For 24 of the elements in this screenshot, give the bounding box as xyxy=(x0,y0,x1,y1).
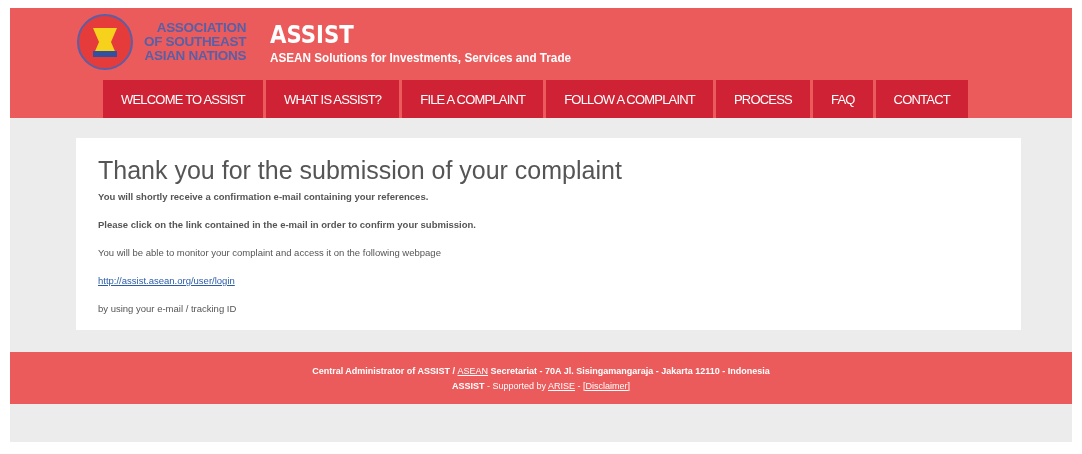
footer-link[interactable]: ASEAN xyxy=(457,365,489,376)
footer-link[interactable]: [Disclaimer] xyxy=(583,380,631,391)
page-heading: Thank you for the submission of your complaint xyxy=(98,156,623,185)
message-text: You will shortly receive a confirmation e-mail containing your references. xyxy=(98,191,430,202)
nav-tab[interactable]: PROCESS xyxy=(716,80,810,118)
nav-tab[interactable]: FOLLOW A COMPLAINT xyxy=(546,80,713,118)
site-subtitle: ASEAN Solutions for Investments, Services and Trade xyxy=(270,49,572,65)
nav-tab[interactable]: WHAT IS ASSIST? xyxy=(265,80,400,118)
emblem-logo xyxy=(76,13,134,71)
message-text: Please click on the link contained in the e-mail in order to confirm your submission. xyxy=(98,219,477,230)
footer-text: Central Administrator of ASSIST / ASEAN Secretariat - 70A Jl. Sisingamangaraja - Jakarta 12110 - Indonesia xyxy=(312,365,770,376)
login-link[interactable]: http://assist.asean.org/user/login xyxy=(98,275,235,286)
nav-tab[interactable]: CONTACT xyxy=(875,80,968,118)
site-title: ASSIST xyxy=(270,19,355,50)
message-text: by using your e-mail / tracking ID xyxy=(98,303,238,314)
footer-link[interactable]: ARISE xyxy=(548,380,576,391)
organization-name: OF SOUTHEAST xyxy=(144,35,247,49)
nav-tab[interactable]: FILE A COMPLAINT xyxy=(402,80,544,118)
message-text: You will be able to monitor your complaint and access it on the following webpage xyxy=(98,247,442,258)
footer-text: ASSIST - Supported by ARISE - [Disclaimer] xyxy=(451,380,631,391)
organization-name: ASIAN NATIONS xyxy=(144,49,247,63)
nav-tab[interactable]: WELCOME TO ASSIST xyxy=(103,80,263,118)
organization-name: ASSOCIATION xyxy=(156,21,247,35)
nav-tab[interactable]: FAQ xyxy=(813,80,873,118)
